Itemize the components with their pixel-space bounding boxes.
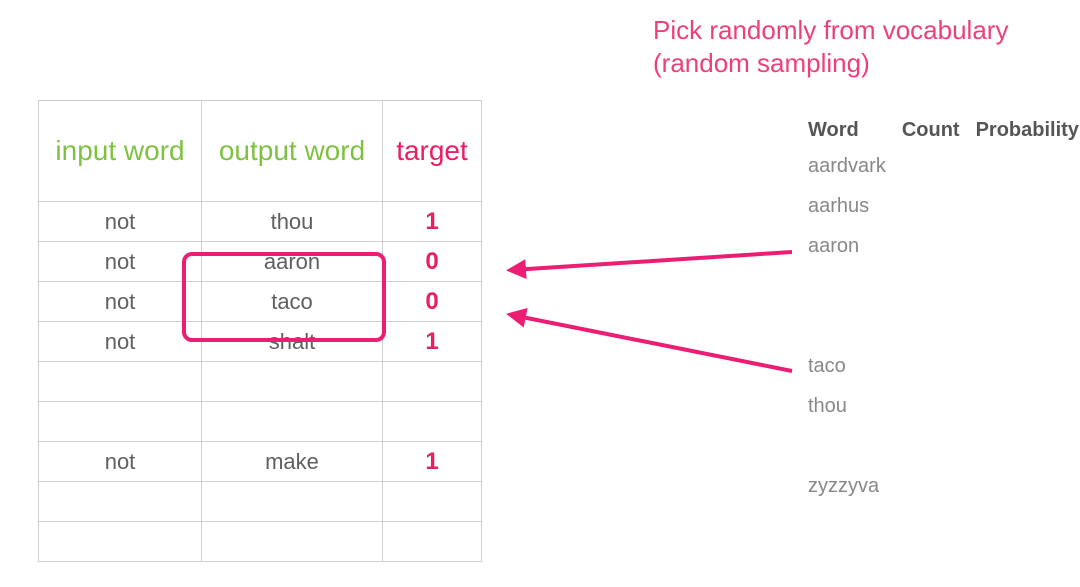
vocab-word [800,306,894,346]
cell-target: 1 [383,202,482,242]
cell-target: 1 [383,442,482,482]
table-row: not taco 0 [39,282,482,322]
cell-output: shalt [202,322,383,362]
cell-target [383,362,482,402]
vocab-row: taco [800,346,1080,386]
vocab-header-prob: Probability [968,115,1080,146]
annotation-line2: (random sampling) [653,48,870,78]
vocab-word: thou [800,386,894,426]
cell-input: not [39,282,202,322]
cell-target: 1 [383,322,482,362]
table-row: not thou 1 [39,202,482,242]
vocab-row: aardvark [800,146,1080,186]
annotation-title: Pick randomly from vocabulary (random sa… [653,14,1008,79]
table-row [39,482,482,522]
vocab-row: aaron [800,226,1080,266]
vocab-row [800,306,1080,346]
cell-target: 0 [383,242,482,282]
cell-output [202,402,383,442]
table-row: not make 1 [39,442,482,482]
cell-target [383,482,482,522]
cell-output [202,522,383,562]
cell-target: 0 [383,282,482,322]
cell-output: make [202,442,383,482]
vocab-header-word: Word [800,115,894,146]
vocab-row [800,266,1080,306]
cell-input: not [39,202,202,242]
cell-input [39,482,202,522]
vocab-row [800,426,1080,466]
table-row [39,522,482,562]
arrow-icon [512,252,792,270]
vocabulary-table: Word Count Probability aardvark aarhus a… [800,115,1080,506]
vocab-word: aardvark [800,146,894,186]
training-pairs-table: input word output word target not thou 1… [38,100,482,562]
vocab-word: taco [800,346,894,386]
vocab-row: aarhus [800,186,1080,226]
table-row: not shalt 1 [39,322,482,362]
table-row: not aaron 0 [39,242,482,282]
arrow-icon [512,315,792,371]
cell-input [39,362,202,402]
cell-output [202,482,383,522]
cell-target [383,402,482,442]
cell-output: thou [202,202,383,242]
col-header-target: target [383,101,482,202]
vocab-header-count: Count [894,115,968,146]
cell-output: aaron [202,242,383,282]
vocab-word: zyzzyva [800,466,894,506]
cell-input: not [39,322,202,362]
table-row [39,402,482,442]
annotation-line1: Pick randomly from vocabulary [653,15,1008,45]
cell-input [39,522,202,562]
col-header-input: input word [39,101,202,202]
cell-output: taco [202,282,383,322]
cell-input [39,402,202,442]
cell-input: not [39,242,202,282]
cell-target [383,522,482,562]
col-header-output: output word [202,101,383,202]
table-row [39,362,482,402]
vocab-word [800,426,894,466]
vocab-row: thou [800,386,1080,426]
cell-output [202,362,383,402]
vocab-row: zyzzyva [800,466,1080,506]
vocab-word [800,266,894,306]
vocab-word: aarhus [800,186,894,226]
cell-input: not [39,442,202,482]
vocab-word: aaron [800,226,894,266]
